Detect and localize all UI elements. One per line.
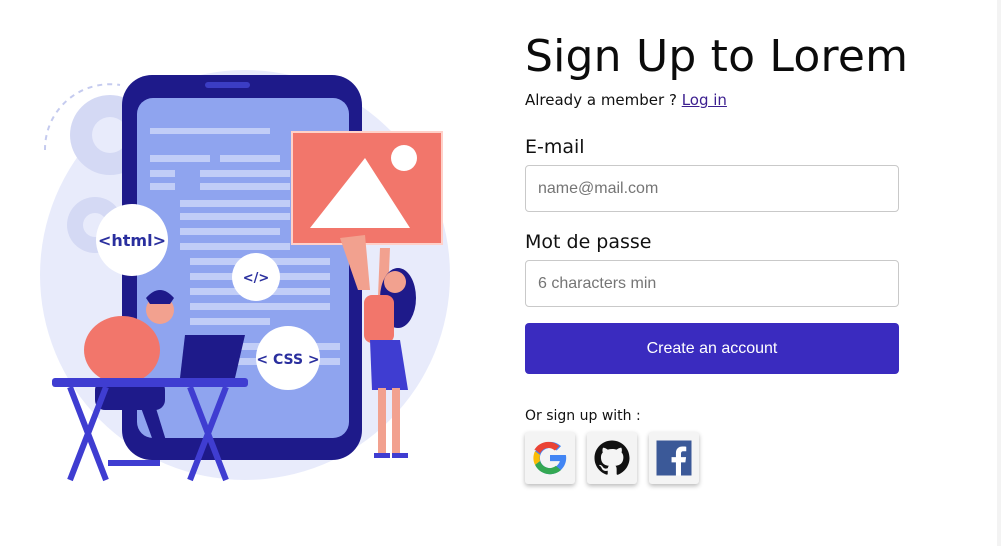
svg-text:< CSS >: < CSS >: [256, 352, 319, 368]
svg-text:</>: </>: [243, 271, 270, 286]
member-row: Already a member ? Log in: [525, 90, 899, 110]
social-buttons: [525, 432, 899, 484]
svg-text:<html>: <html>: [98, 231, 166, 250]
email-label: E-mail: [525, 136, 585, 158]
password-label: Mot de passe: [525, 231, 652, 253]
page-edge: [997, 0, 1001, 546]
member-text: Already a member ?: [525, 91, 677, 109]
html-badge: <html>: [96, 204, 168, 276]
github-button[interactable]: [587, 432, 637, 484]
page-title: Sign Up to Lorem: [525, 31, 909, 82]
password-field[interactable]: [525, 260, 899, 307]
signup-form: Sign Up to Lorem Already a member ? Log …: [525, 30, 909, 484]
social-signup-label: Or sign up with :: [525, 408, 641, 424]
developer-illustration: <html> </> < CSS >: [40, 60, 470, 500]
login-link[interactable]: Log in: [682, 91, 727, 109]
css-badge: < CSS >: [256, 326, 320, 390]
github-icon: [594, 440, 630, 475]
google-button[interactable]: [525, 432, 575, 484]
google-icon: [533, 441, 568, 475]
facebook-icon: [656, 440, 692, 476]
create-account-button[interactable]: Create an account: [525, 323, 899, 374]
email-field[interactable]: [525, 165, 899, 212]
laptop-illustration: [180, 335, 245, 378]
code-badge: </>: [232, 253, 280, 301]
image-frame-illustration: [291, 131, 443, 245]
facebook-button[interactable]: [649, 432, 699, 484]
